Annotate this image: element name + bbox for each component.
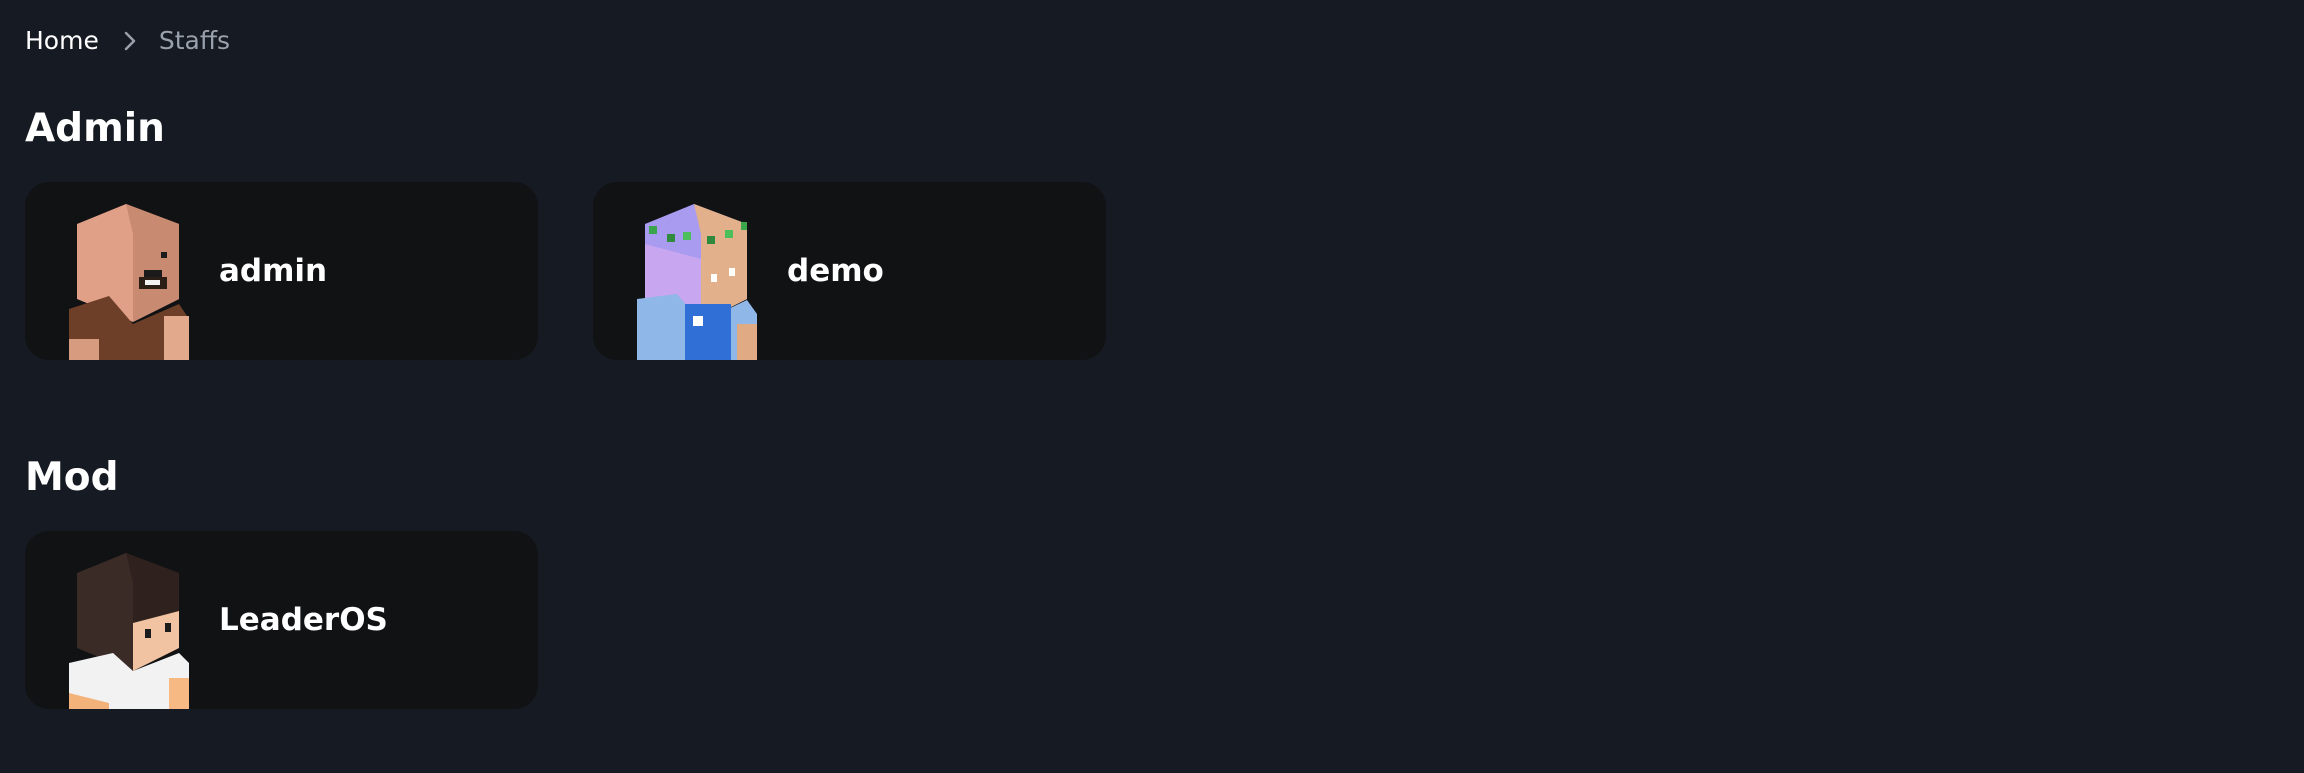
staff-name: LeaderOS [219, 602, 388, 638]
breadcrumb-home-link[interactable]: Home [25, 26, 99, 55]
breadcrumb: Home Staffs [25, 26, 230, 55]
staff-card-demo[interactable]: demo [593, 182, 1106, 360]
avatar [69, 204, 189, 360]
breadcrumb-current: Staffs [158, 26, 231, 55]
chevron-right-icon [123, 30, 137, 52]
staff-name: demo [787, 253, 884, 289]
avatar [69, 553, 189, 709]
staff-card-admin[interactable]: admin [25, 182, 538, 360]
staff-name: admin [219, 253, 328, 289]
section-title-mod: Mod [25, 455, 119, 500]
section-title-admin: Admin [25, 106, 165, 151]
avatar [637, 204, 757, 360]
staff-card-leaderos[interactable]: LeaderOS [25, 531, 538, 709]
